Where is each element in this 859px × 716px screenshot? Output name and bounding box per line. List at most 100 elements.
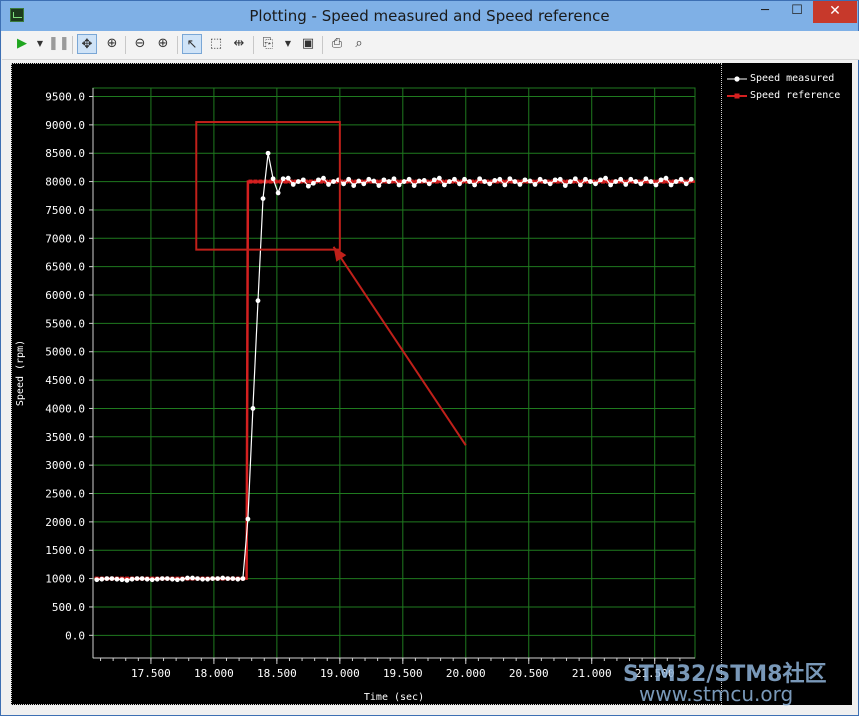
data-point-speed-reference bbox=[258, 179, 263, 184]
data-point-speed-measured bbox=[462, 176, 467, 182]
data-point-speed-measured bbox=[532, 182, 538, 187]
data-point-speed-measured bbox=[436, 175, 442, 181]
dropdown-arrow-icon[interactable]: ▼ bbox=[30, 34, 50, 54]
data-point-speed-measured bbox=[351, 183, 357, 188]
data-point-speed-measured bbox=[169, 576, 175, 582]
x-tick-label: 19.000 bbox=[320, 667, 360, 680]
data-point-speed-measured bbox=[447, 179, 452, 184]
data-point-speed-measured bbox=[321, 175, 326, 181]
close-button[interactable]: ✕ bbox=[813, 1, 857, 23]
toolbar-separator bbox=[177, 36, 178, 54]
watermark-url: www.stmcu.org bbox=[639, 682, 794, 706]
plot-window: Plotting - Speed measured and Speed refe… bbox=[0, 0, 859, 716]
data-point-speed-measured bbox=[603, 175, 608, 181]
data-point-speed-reference bbox=[253, 179, 258, 184]
pointer-icon[interactable]: ↖ bbox=[182, 34, 202, 54]
data-point-speed-measured bbox=[104, 576, 110, 581]
data-point-speed-measured bbox=[255, 298, 261, 304]
window-title: Plotting - Speed measured and Speed refe… bbox=[249, 7, 610, 25]
data-point-speed-measured bbox=[527, 178, 533, 184]
data-point-speed-measured bbox=[215, 576, 221, 581]
legend-swatch-reference bbox=[727, 93, 747, 99]
y-tick-label: 3000.0 bbox=[45, 459, 85, 472]
data-point-speed-measured bbox=[658, 177, 664, 183]
data-point-speed-measured bbox=[300, 177, 306, 183]
rect-select-icon[interactable]: ⬚ bbox=[206, 34, 226, 54]
y-tick-label: 4000.0 bbox=[45, 402, 85, 415]
data-point-speed-measured bbox=[99, 576, 105, 582]
maximize-button[interactable]: ☐ bbox=[783, 1, 811, 23]
data-point-speed-measured bbox=[366, 176, 372, 182]
data-point-speed-measured bbox=[154, 576, 160, 582]
data-point-speed-measured bbox=[310, 180, 316, 186]
data-point-speed-measured bbox=[678, 176, 684, 182]
toolbar-separator bbox=[72, 36, 73, 54]
x-axis-label: Time (sec) bbox=[364, 692, 424, 703]
data-point-speed-measured bbox=[220, 575, 226, 581]
data-point-speed-measured bbox=[452, 176, 457, 182]
data-point-speed-measured bbox=[487, 181, 493, 187]
data-point-speed-measured bbox=[185, 575, 190, 581]
data-point-speed-measured bbox=[159, 576, 165, 581]
data-point-speed-measured bbox=[416, 178, 422, 184]
zoom-fit-icon[interactable]: ⊕ bbox=[102, 34, 122, 54]
data-point-speed-measured bbox=[270, 176, 276, 182]
split-icon[interactable]: ⇹ bbox=[229, 34, 249, 54]
zoom-in-icon[interactable]: ⊕ bbox=[153, 34, 173, 54]
plot-area[interactable]: 0.0 500.0 1000.0 1500.0 2000.0 2500.0 3000.0 35… bbox=[11, 63, 722, 705]
print-icon[interactable]: ⎙ bbox=[327, 34, 347, 54]
data-point-speed-measured bbox=[522, 177, 528, 183]
data-point-speed-measured bbox=[633, 179, 639, 184]
data-point-speed-measured bbox=[406, 176, 412, 182]
data-point-speed-measured bbox=[265, 150, 271, 156]
y-tick-label: 4500.0 bbox=[45, 374, 85, 387]
y-tick-label: 3500.0 bbox=[45, 431, 85, 444]
data-point-speed-measured bbox=[588, 179, 593, 184]
data-point-speed-measured bbox=[441, 182, 447, 188]
data-point-speed-measured bbox=[164, 576, 170, 581]
dropdown-arrow-icon[interactable]: ▼ bbox=[278, 34, 298, 54]
data-point-speed-measured bbox=[391, 176, 397, 182]
pause-icon[interactable]: ❚❚ bbox=[48, 34, 70, 54]
data-point-speed-measured bbox=[512, 179, 518, 184]
y-tick-label: 5000.0 bbox=[45, 346, 85, 359]
data-point-speed-measured bbox=[547, 181, 553, 187]
y-tick-label: 8500.0 bbox=[45, 147, 85, 160]
data-point-speed-measured bbox=[638, 181, 644, 187]
data-point-speed-measured bbox=[577, 182, 583, 188]
data-point-speed-measured bbox=[663, 175, 669, 181]
copy-icon[interactable]: ⎘ bbox=[258, 34, 278, 54]
title-bar[interactable]: Plotting - Speed measured and Speed refe… bbox=[1, 1, 858, 31]
data-point-speed-measured bbox=[180, 576, 185, 582]
data-point-speed-measured bbox=[109, 576, 115, 581]
y-tick-label: 7500.0 bbox=[45, 204, 85, 217]
pan-icon[interactable]: ✥ bbox=[77, 34, 97, 54]
data-point-speed-measured bbox=[376, 183, 382, 188]
data-point-speed-measured bbox=[497, 176, 503, 182]
data-point-speed-measured bbox=[356, 178, 362, 184]
save-icon[interactable]: ▣ bbox=[298, 34, 318, 54]
data-point-speed-measured bbox=[124, 577, 130, 583]
zoom-out-icon[interactable]: ⊖ bbox=[130, 34, 150, 54]
minimize-button[interactable]: ─ bbox=[751, 1, 779, 23]
data-point-speed-measured bbox=[557, 176, 563, 182]
x-tick-label: 20.000 bbox=[446, 667, 486, 680]
print-preview-icon[interactable]: ⌕ bbox=[349, 34, 369, 54]
data-point-speed-measured bbox=[386, 179, 392, 184]
play-icon[interactable]: ▶ bbox=[12, 34, 32, 54]
data-point-speed-measured bbox=[210, 576, 216, 581]
data-point-speed-measured bbox=[240, 576, 246, 581]
data-point-speed-measured bbox=[190, 575, 195, 581]
data-point-speed-measured bbox=[492, 178, 498, 183]
data-point-speed-measured bbox=[129, 576, 135, 582]
data-point-speed-reference bbox=[248, 179, 253, 184]
y-tick-label: 500.0 bbox=[52, 601, 85, 614]
y-tick-label: 1500.0 bbox=[45, 544, 85, 557]
data-point-speed-measured bbox=[507, 176, 513, 182]
data-point-speed-measured bbox=[326, 182, 331, 187]
data-point-speed-measured bbox=[683, 181, 689, 187]
data-point-speed-measured bbox=[613, 179, 619, 184]
data-point-speed-measured bbox=[295, 179, 301, 184]
data-point-speed-measured bbox=[245, 516, 251, 522]
y-tick-label: 6000.0 bbox=[45, 289, 85, 302]
